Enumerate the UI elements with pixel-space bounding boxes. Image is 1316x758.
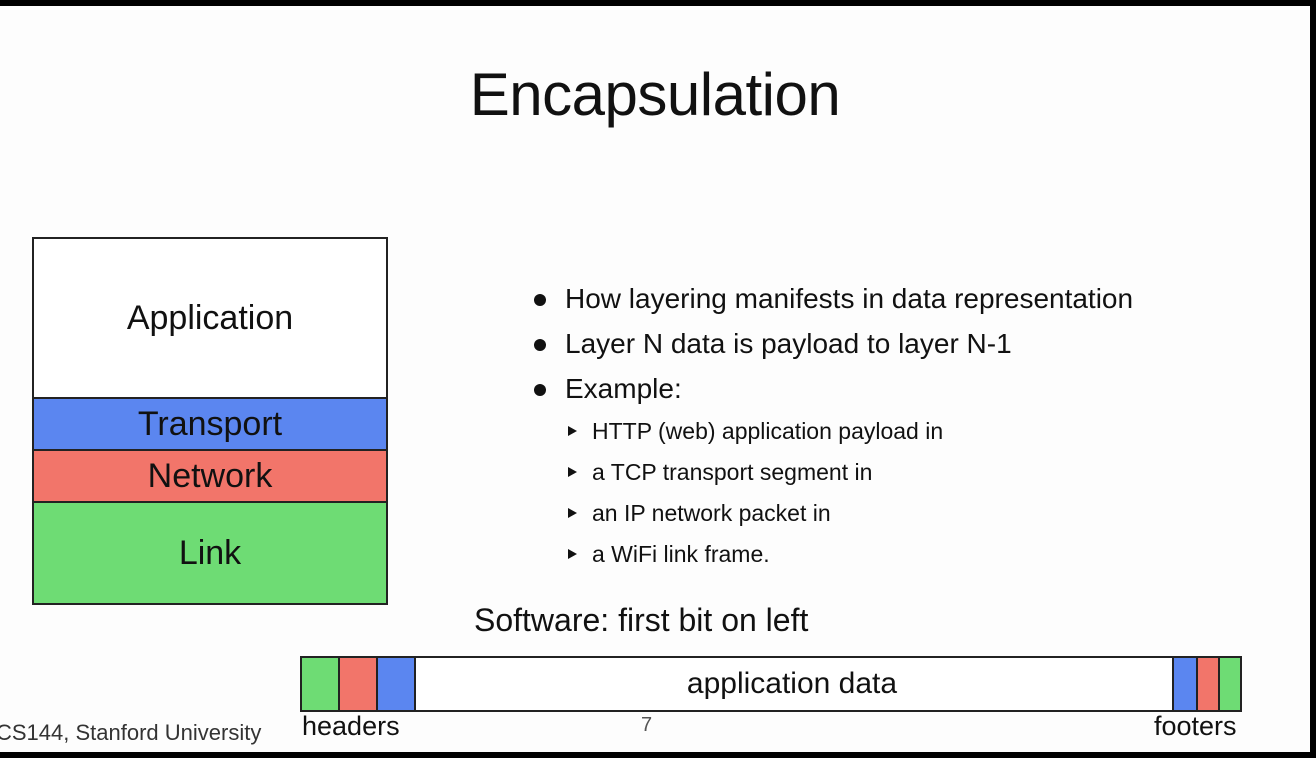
layer-stack-diagram: Application Transport Network Link [32,237,388,605]
footers-label: footers [1154,711,1237,741]
bullet-item: Layer N data is payload to layer N-1 [532,321,1133,366]
headers-label: headers [302,711,400,741]
header-segment-link [302,658,340,710]
layer-link: Link [34,501,386,603]
sub-bullet-item: a WiFi link frame. [532,534,1133,575]
sub-bullet-item: a TCP transport segment in [532,452,1133,493]
packet-diagram: application data [300,656,1242,712]
header-segment-network [340,658,378,710]
footer-segment-transport [1172,658,1196,710]
bullet-list: How layering manifests in data represent… [532,276,1133,575]
bullet-item: Example: [532,366,1133,411]
layer-transport: Transport [34,397,386,449]
slide-title: Encapsulation [469,61,841,128]
slide: Encapsulation Application Transport Netw… [0,6,1310,752]
footer-segment-link [1218,658,1240,710]
application-data-label: application data [686,667,898,700]
page-number: 7 [641,714,653,736]
layer-application: Application [34,239,386,397]
sub-bullet-item: HTTP (web) application payload in [532,411,1133,452]
layer-network: Network [34,449,386,501]
sub-bullet-item: an IP network packet in [532,493,1133,534]
header-segment-transport [378,658,416,710]
course-footer: CS144, Stanford University [0,720,262,745]
footer-segment-network [1196,658,1218,710]
packet-caption: Software: first bit on left [474,602,809,638]
bullet-item: How layering manifests in data represent… [532,276,1133,321]
